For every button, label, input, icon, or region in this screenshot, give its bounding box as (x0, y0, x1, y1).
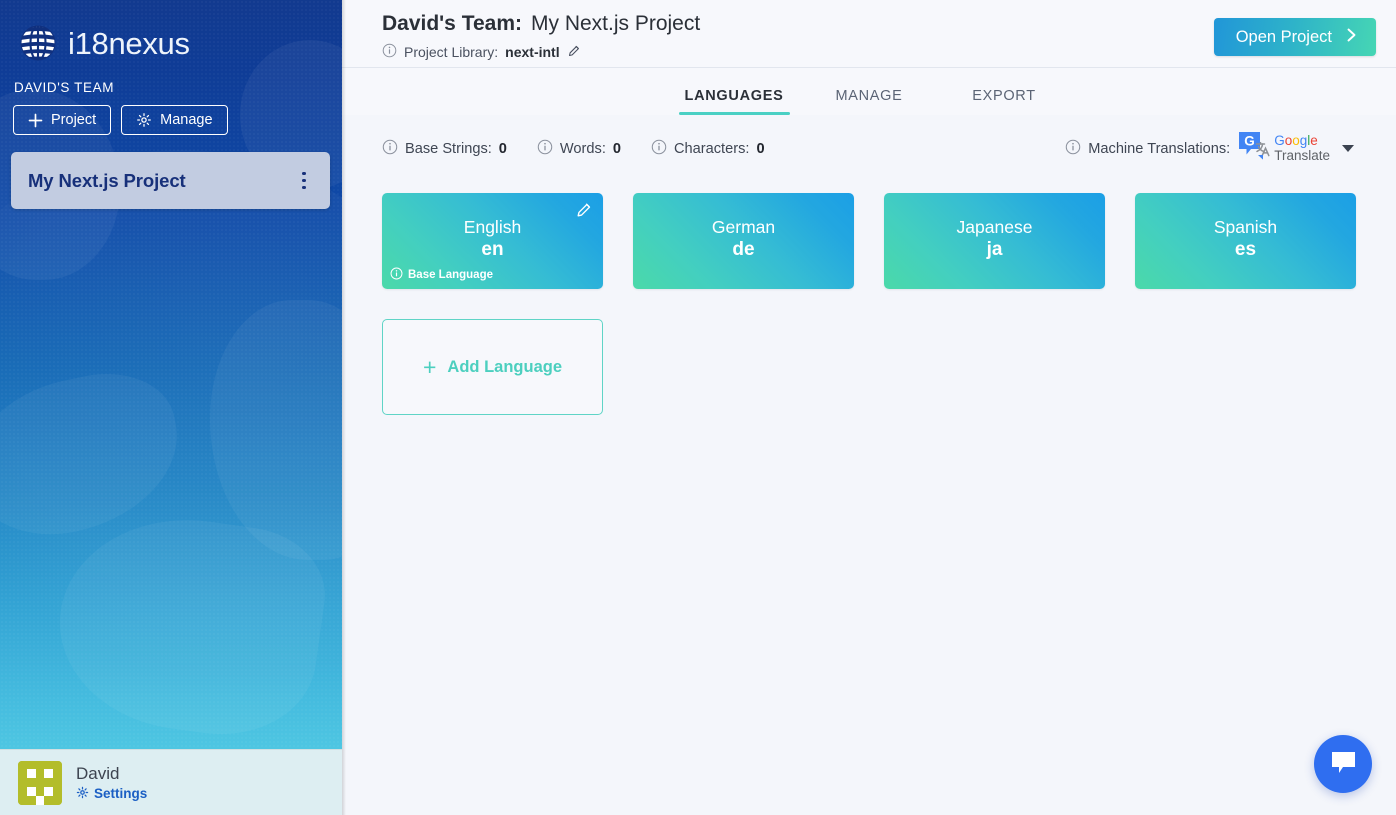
pencil-icon[interactable] (567, 43, 582, 61)
stat-characters: Characters: 0 (651, 139, 765, 159)
stat-characters-value: 0 (756, 140, 765, 157)
language-card-body: German de (633, 193, 854, 289)
info-icon[interactable] (537, 139, 553, 159)
add-language-label: Add Language (447, 357, 563, 376)
brand-name: i18nexus (68, 25, 190, 61)
add-language-card[interactable]: + Add Language (382, 319, 603, 415)
stat-words-label: Words: (559, 140, 606, 157)
manage-team-label: Manage (160, 112, 213, 128)
open-project-button[interactable]: Open Project (1213, 18, 1376, 56)
sidebar-project-name: My Next.js Project (28, 169, 186, 191)
language-name: German (711, 216, 776, 237)
info-icon (390, 267, 403, 283)
stats-group: Base Strings: 0 Words: 0 Characters: 0 (382, 139, 765, 159)
page-title: David's Team: My Next.js Project (382, 12, 700, 36)
project-library-label: Project Library: (404, 44, 499, 60)
project-library-row: Project Library: next-intl (382, 43, 700, 61)
open-project-label: Open Project (1235, 27, 1332, 46)
page-title-block: David's Team: My Next.js Project Project… (382, 10, 700, 61)
sidebar-footer: David Settings (0, 749, 342, 815)
settings-label: Settings (94, 786, 148, 801)
info-icon[interactable] (651, 139, 667, 159)
plus-icon: + (422, 353, 437, 380)
tab-languages[interactable]: LANGUAGES (667, 80, 802, 115)
info-icon[interactable] (382, 139, 398, 159)
plus-icon (28, 113, 43, 128)
team-actions: Project Manage (0, 95, 342, 135)
chevron-down-icon[interactable] (1342, 145, 1354, 152)
chat-widget-button[interactable] (1314, 735, 1372, 793)
stat-base-strings: Base Strings: 0 (382, 139, 507, 159)
app-window: i18nexus DAVID'S TEAM Project Manage My … (0, 0, 1396, 815)
gear-icon (136, 112, 152, 128)
language-code: es (1234, 238, 1257, 260)
sidebar-map-shape (210, 300, 342, 560)
chevron-right-icon (1345, 27, 1358, 48)
add-project-label: Project (51, 112, 97, 128)
sidebar-map-shape (46, 502, 334, 748)
manage-team-button[interactable]: Manage (121, 105, 228, 135)
stat-words: Words: 0 (537, 139, 621, 159)
language-card-english[interactable]: English en Base Language (382, 193, 603, 289)
add-project-button[interactable]: Project (13, 105, 112, 135)
language-code: de (732, 238, 755, 260)
language-card-german[interactable]: German de (633, 193, 854, 289)
info-icon[interactable] (1065, 139, 1081, 159)
stat-base-strings-label: Base Strings: (405, 140, 492, 157)
base-language-badge-label: Base Language (408, 269, 493, 281)
page-title-project: My Next.js Project (531, 12, 701, 35)
settings-link[interactable]: Settings (76, 786, 147, 802)
gear-icon (76, 786, 89, 802)
footer-user: David Settings (76, 764, 147, 802)
tab-export[interactable]: EXPORT (937, 80, 1072, 115)
chat-bubble-icon (1330, 750, 1357, 779)
language-name: Japanese (956, 216, 1033, 237)
machine-translations-label-group: Machine Translations: (1065, 139, 1230, 159)
base-language-badge: Base Language (390, 267, 493, 283)
language-code: en (481, 238, 504, 260)
topbar: David's Team: My Next.js Project Project… (342, 0, 1396, 68)
identicon-avatar[interactable] (18, 760, 62, 805)
sidebar-project-item[interactable]: My Next.js Project (11, 152, 330, 209)
pencil-icon[interactable] (575, 200, 595, 220)
google-wordmark: Google (1274, 133, 1318, 149)
machine-translations-label: Machine Translations: (1088, 140, 1231, 157)
stat-words-value: 0 (612, 140, 622, 157)
stat-base-strings-value: 0 (498, 140, 507, 157)
language-card-japanese[interactable]: Japanese ja (884, 193, 1105, 289)
main-content: David's Team: My Next.js Project Project… (342, 0, 1396, 815)
stats-row: Base Strings: 0 Words: 0 Characters: 0 M… (342, 115, 1396, 166)
language-card-spanish[interactable]: Spanish es (1135, 193, 1356, 289)
info-icon[interactable] (382, 43, 397, 61)
stat-characters-label: Characters: (674, 140, 750, 157)
language-card-body: Spanish es (1135, 193, 1356, 289)
google-translate-provider[interactable]: G Google Translate (1238, 131, 1330, 166)
page-title-team: David's Team: (382, 12, 522, 35)
sidebar-globe-backdrop (0, 150, 342, 750)
kebab-menu-icon[interactable] (294, 170, 314, 192)
project-list: My Next.js Project (0, 135, 342, 209)
language-card-grid: English en Base Language German de Japan… (342, 166, 1396, 415)
team-label: DAVID'S TEAM (14, 80, 115, 95)
language-name: English (463, 216, 522, 237)
sidebar: i18nexus DAVID'S TEAM Project Manage My … (0, 0, 342, 815)
machine-translations-block: Machine Translations: G Google Translate (1065, 131, 1354, 166)
sidebar-map-shape (0, 359, 194, 551)
language-card-body: Japanese ja (884, 193, 1105, 289)
project-library-value: next-intl (505, 44, 560, 60)
translate-wordmark: Translate (1274, 147, 1330, 163)
globe-icon (18, 23, 58, 63)
language-code: ja (986, 238, 1003, 260)
tab-bar: LANGUAGES MANAGE EXPORT (342, 68, 1396, 115)
brand[interactable]: i18nexus (0, 0, 342, 70)
footer-user-name: David (76, 763, 120, 783)
google-translate-icon: G (1238, 131, 1272, 166)
google-translate-wordmark: Google Translate (1274, 134, 1330, 162)
tab-manage[interactable]: MANAGE (802, 80, 937, 115)
language-name: Spanish (1213, 216, 1278, 237)
